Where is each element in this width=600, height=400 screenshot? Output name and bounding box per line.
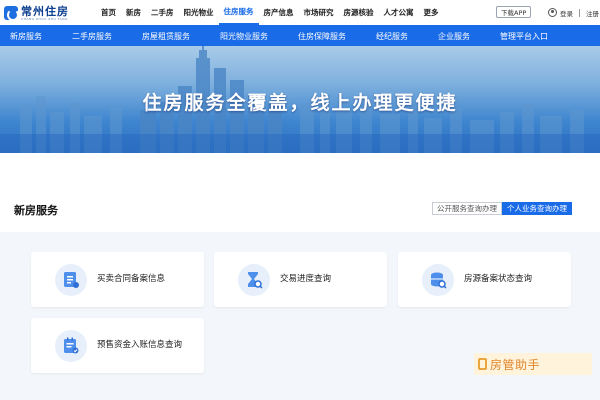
subnav-brokerage[interactable]: 经纪服务 xyxy=(376,31,408,42)
query-tabs: 公开服务查询办理 个人业务查询办理 xyxy=(432,202,572,215)
nav-listing-verify[interactable]: 房源核验 xyxy=(339,0,379,25)
tab-personal-service[interactable]: 个人业务查询办理 xyxy=(502,202,572,215)
user-icon xyxy=(548,8,557,17)
service-label: 交易进度查询 xyxy=(280,274,332,284)
subnav-new-house-service[interactable]: 新房服务 xyxy=(10,31,42,42)
login-link[interactable]: 登录 xyxy=(560,8,573,18)
logo-subtitle: CHANG ZHOU ZHU FANG xyxy=(21,16,68,21)
subnav-housing-security[interactable]: 住房保障服务 xyxy=(298,31,346,42)
logo-title: 常州住房 xyxy=(21,4,69,18)
watermark-text: 房管助手 xyxy=(490,357,541,372)
nav-home[interactable]: 首页 xyxy=(96,0,121,25)
nav-talent-apartment[interactable]: 人才公寓 xyxy=(379,0,419,25)
service-label: 买卖合同备案信息 xyxy=(97,274,166,284)
main-nav: 首页 新房 二手房 阳光物业 住房服务 房产信息 市场研究 房源核验 人才公寓 … xyxy=(96,0,444,25)
logo-icon xyxy=(4,6,19,21)
nav-second-hand[interactable]: 二手房 xyxy=(146,0,179,25)
watermark-logo-icon xyxy=(478,358,487,370)
hero-banner: 住房服务全覆盖，线上办理更便捷 xyxy=(0,46,600,153)
database-search-icon xyxy=(422,264,454,296)
account-area: 登录 注册 xyxy=(548,6,599,19)
calendar-clipboard-icon xyxy=(55,330,87,362)
subnav-enterprise[interactable]: 企业服务 xyxy=(438,31,470,42)
hourglass-search-icon xyxy=(238,264,270,296)
site-logo[interactable]: 常州住房 CHANG ZHOU ZHU FANG xyxy=(4,3,94,23)
tab-public-service[interactable]: 公开服务查询办理 xyxy=(432,202,502,215)
watermark-badge: 房管助手 xyxy=(474,353,592,375)
nav-market-research[interactable]: 市场研究 xyxy=(299,0,339,25)
divider xyxy=(579,8,580,17)
subnav-second-hand-service[interactable]: 二手房服务 xyxy=(72,31,112,42)
register-link[interactable]: 注册 xyxy=(586,8,599,18)
service-label: 房源备案状态查询 xyxy=(464,274,533,284)
document-list-icon xyxy=(55,264,87,296)
banner-title: 住房服务全覆盖，线上办理更便捷 xyxy=(142,92,458,114)
nav-property[interactable]: 阳光物业 xyxy=(179,0,219,25)
nav-new-house[interactable]: 新房 xyxy=(121,0,146,25)
download-app-button[interactable]: 下载APP xyxy=(496,6,532,18)
subnav-admin-portal[interactable]: 管理平台入口 xyxy=(500,31,548,42)
nav-more[interactable]: 更多 xyxy=(419,0,444,25)
section-title: 新房服务 xyxy=(14,204,58,217)
subnav-property-service[interactable]: 阳光物业服务 xyxy=(220,31,268,42)
subnav-rental-service[interactable]: 房屋租赁服务 xyxy=(142,31,190,42)
service-card-transaction-progress[interactable]: 交易进度查询 xyxy=(214,252,387,307)
nav-housing-service[interactable]: 住房服务 xyxy=(218,0,259,25)
service-card-contract-filing[interactable]: 买卖合同备案信息 xyxy=(31,252,204,307)
service-subnav: 新房服务 二手房服务 房屋租赁服务 阳光物业服务 住房保障服务 经纪服务 企业服… xyxy=(0,25,600,46)
service-card-presale-funds[interactable]: 预售资金入账信息查询 xyxy=(31,318,204,373)
service-card-listing-filing-status[interactable]: 房源备案状态查询 xyxy=(398,252,571,307)
top-header: 常州住房 CHANG ZHOU ZHU FANG 首页 新房 二手房 阳光物业 … xyxy=(0,0,600,25)
service-label: 预售资金入账信息查询 xyxy=(97,340,183,350)
nav-property-info[interactable]: 房产信息 xyxy=(259,0,299,25)
